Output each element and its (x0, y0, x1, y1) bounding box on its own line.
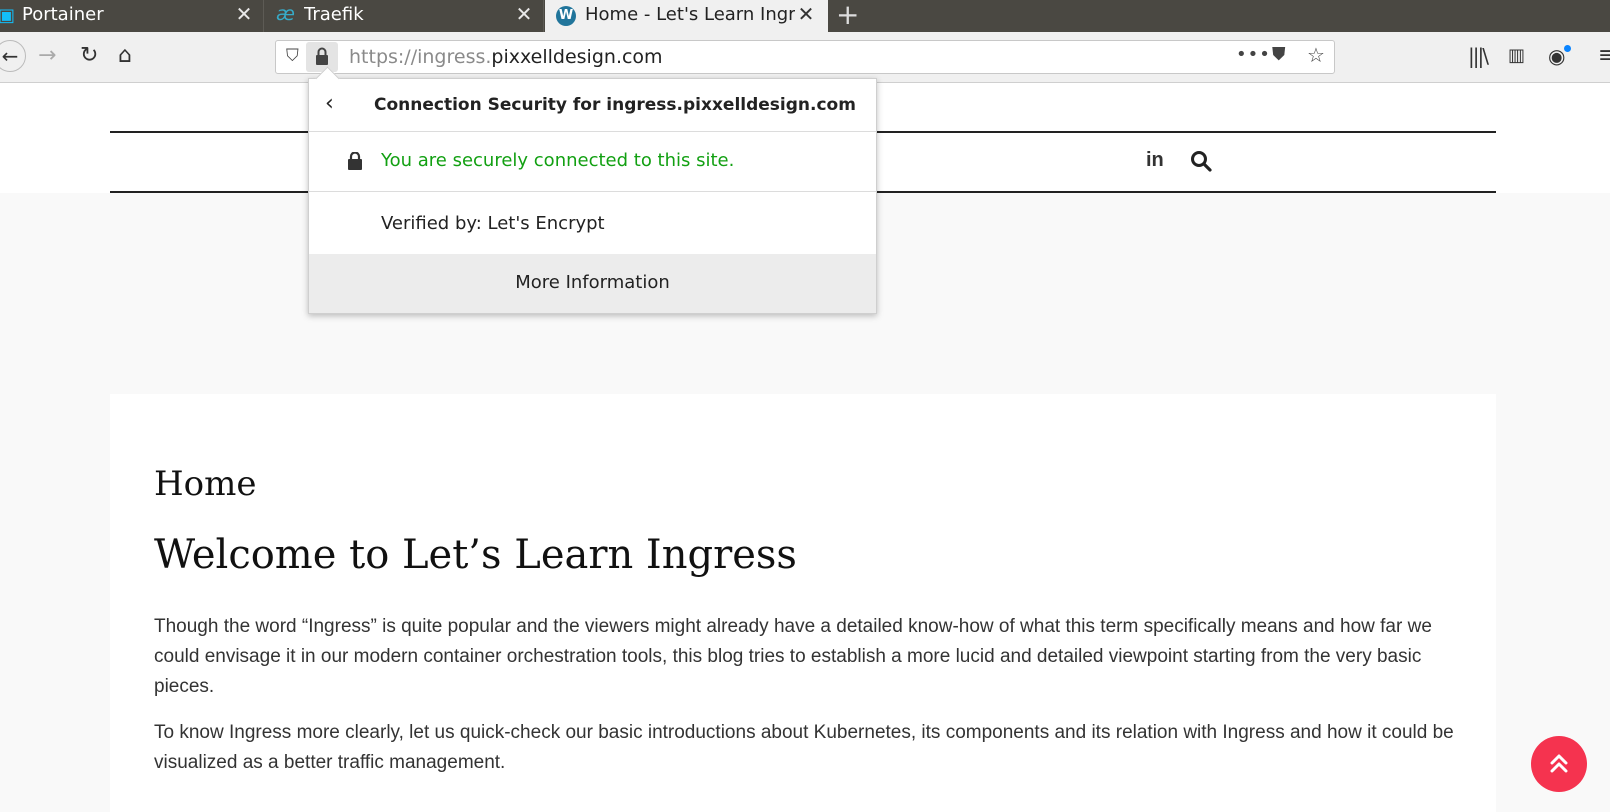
more-information-button[interactable]: More Information (309, 254, 876, 313)
panel-title: Connection Security for ingress.pixxelld… (374, 95, 856, 115)
secure-status-text: You are securely connected to this site. (381, 150, 735, 171)
post-title: Welcome to Let’s Learn Ingress (154, 532, 797, 578)
forward-button[interactable]: → (38, 44, 56, 68)
linkedin-icon[interactable]: in (1146, 149, 1164, 172)
more-actions-icon[interactable]: ••• (1236, 44, 1271, 65)
home-button[interactable]: ⌂ (118, 44, 132, 68)
page-heading: Home (154, 464, 257, 504)
portainer-icon: ▣ (0, 5, 16, 26)
paragraph-kubernetes: To know Ingress more clearly, let us qui… (154, 722, 1454, 773)
panel-header: ‹ Connection Security for ingress.pixxel… (309, 79, 876, 132)
library-icon[interactable]: |||\ (1468, 44, 1489, 68)
url-bar[interactable]: ⛉ https://ingress.pixxelldesign.com ••• … (275, 40, 1335, 74)
close-icon[interactable]: ✕ (514, 0, 534, 28)
tab-label: Portainer (22, 4, 104, 25)
back-chevron-icon[interactable]: ‹ (325, 91, 334, 116)
tab-bar: ▣ Portainer ✕ æ Traefik ✕ W Home - Let's… (0, 0, 1610, 33)
tab-label: Home - Let's Learn Ingress (585, 4, 795, 25)
tab-traefik[interactable]: æ Traefik ✕ (264, 0, 544, 32)
lock-icon (347, 151, 363, 174)
back-button[interactable]: ← (0, 40, 26, 72)
bookmark-star-icon[interactable]: ☆ (1307, 43, 1325, 67)
navigation-bar: ← → ↻ ⌂ ⛉ https://ingress.pixxelldesign.… (0, 32, 1610, 83)
menu-icon[interactable]: ≡ (1598, 44, 1610, 68)
content-card: Home Welcome to Let’s Learn Ingress Thou… (110, 394, 1496, 812)
scroll-to-top-button[interactable] (1531, 736, 1587, 792)
url-text[interactable]: https://ingress.pixxelldesign.com (349, 46, 663, 68)
connection-security-panel: ‹ Connection Security for ingress.pixxel… (308, 66, 877, 314)
close-icon[interactable]: ✕ (234, 0, 254, 28)
new-tab-button[interactable]: + (836, 0, 859, 31)
notification-dot (1564, 45, 1571, 52)
url-domain: pixxelldesign.com (491, 46, 663, 68)
paragraph-intro: Though the word “Ingress” is quite popul… (154, 616, 1432, 697)
lock-icon[interactable] (306, 42, 338, 72)
tab-portainer[interactable]: ▣ Portainer ✕ (0, 0, 264, 32)
account-icon[interactable]: ◉ (1548, 44, 1565, 68)
pocket-icon[interactable]: ⛊ (1272, 44, 1286, 65)
verified-row: Verified by: Let's Encrypt (309, 192, 876, 255)
search-icon[interactable] (1190, 150, 1212, 176)
url-prefix: https://ingress. (349, 46, 492, 68)
shield-icon[interactable]: ⛉ (286, 46, 299, 66)
sidebar-icon[interactable]: ▥ (1508, 44, 1525, 68)
reload-button[interactable]: ↻ (80, 44, 98, 68)
tab-home[interactable]: W Home - Let's Learn Ingress ✕ (545, 0, 828, 33)
wordpress-icon: W (556, 6, 576, 26)
close-icon[interactable]: ✕ (796, 0, 816, 28)
tab-label: Traefik (304, 4, 364, 25)
verified-by-text: Verified by: Let's Encrypt (381, 213, 605, 234)
traefik-icon: æ (276, 3, 295, 25)
secure-status-row: You are securely connected to this site. (309, 132, 876, 192)
